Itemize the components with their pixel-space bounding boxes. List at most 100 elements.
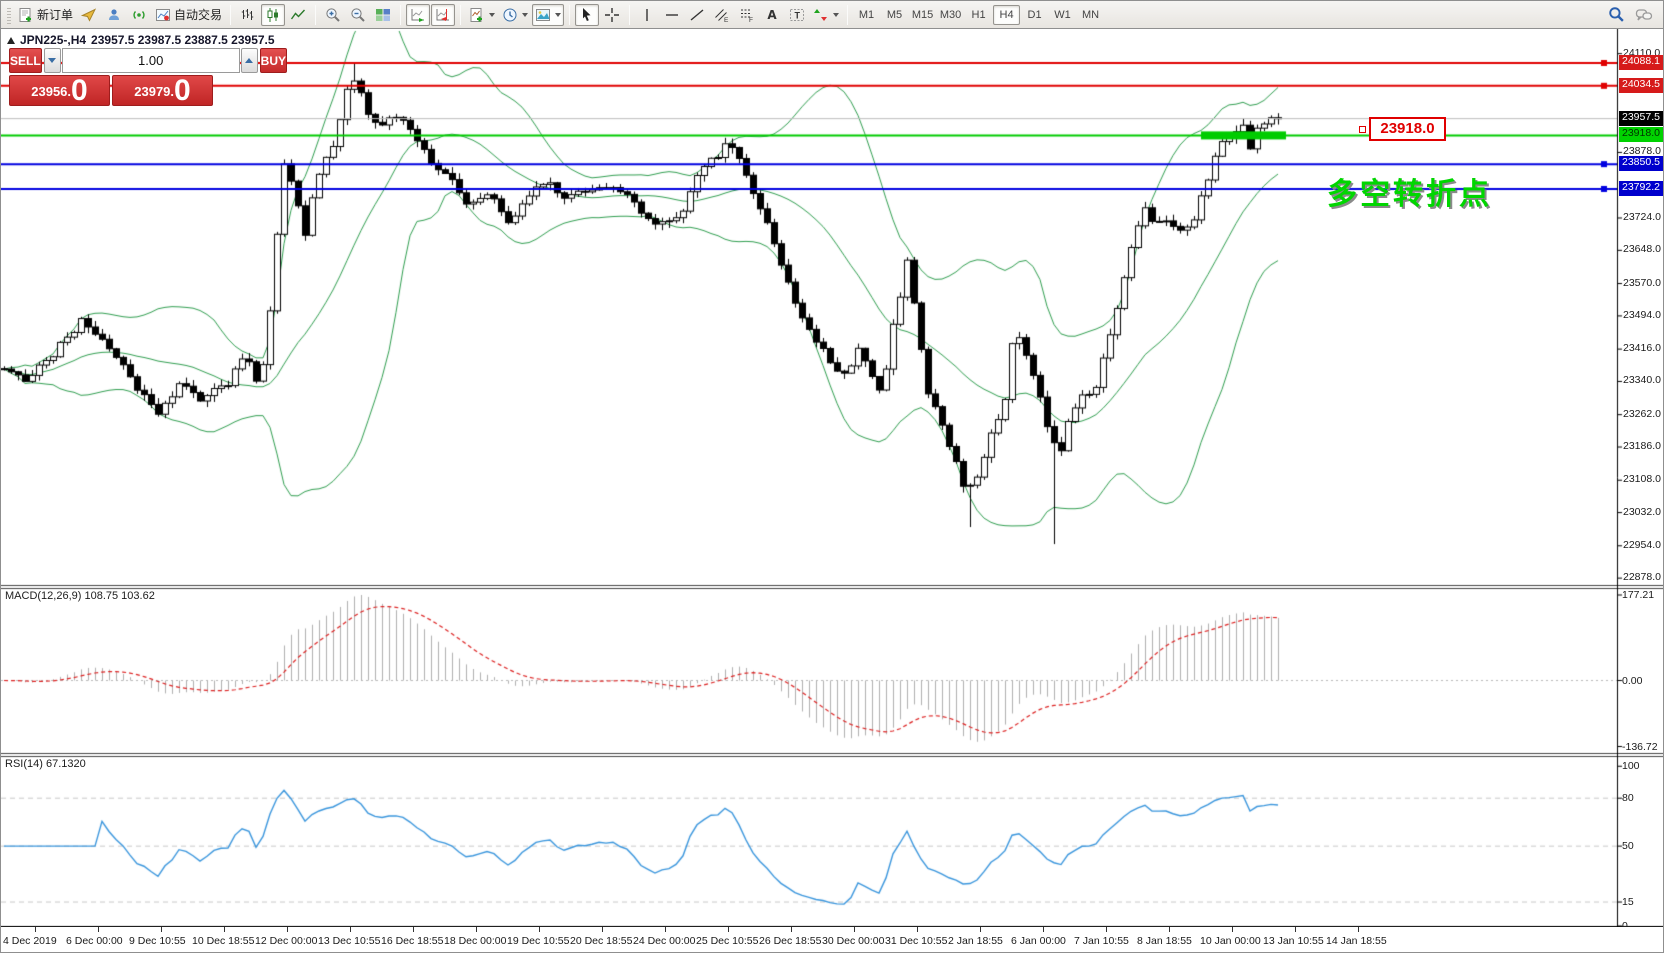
chat-button[interactable] [1632,4,1656,26]
price-tag-label[interactable]: 23918.0 [1369,117,1446,141]
date-label: 9 Dec 10:55 [129,935,186,947]
date-tick [539,927,540,932]
timeframe-m30[interactable]: M30 [937,5,964,25]
macd-label: MACD(12,26,9) 108.75 103.62 [5,590,155,602]
trendline-button[interactable] [685,4,709,26]
search-button[interactable] [1604,4,1628,26]
indicators-caret-icon [489,13,495,17]
sell-price-display[interactable]: 23956.0 [9,75,110,106]
date-label: 19 Dec 10:55 [507,935,569,947]
equidistant-channel-button[interactable]: E [710,4,734,26]
sell-button[interactable]: SELL [9,48,42,73]
down-arrow-icon [48,58,56,63]
paper-plane-button[interactable] [77,4,101,26]
buy-price-display[interactable]: 23979.0 [112,75,213,106]
mt4-window: 新订单 自动交易 [0,0,1664,953]
crosshair-icon [604,7,620,23]
bars-chart-button[interactable] [236,4,260,26]
cursor-button[interactable] [575,4,599,26]
label-icon: T [789,7,805,23]
date-label: 26 Dec 18:55 [759,935,821,947]
text-label-button[interactable]: T [785,4,809,26]
candles-chart-icon [265,7,281,23]
date-tick [287,927,288,932]
timeframe-m5[interactable]: M5 [881,5,908,25]
chart-symbol-period: JPN225-,H4 [20,33,86,47]
periods-caret-icon [522,13,528,17]
turning-point-annotation[interactable]: 多空转折点 [1327,169,1492,213]
arrows-button[interactable] [810,4,842,26]
volume-decrease-button[interactable] [44,48,61,73]
fibonacci-icon: F [739,7,755,23]
zoom-out-icon [350,7,366,23]
signals-button[interactable] [127,4,151,26]
date-tick [1043,927,1044,932]
text-button[interactable]: A [760,4,784,26]
date-tick [1295,927,1296,932]
toolbar-drag-handle[interactable] [7,6,11,24]
crosshair-button[interactable] [600,4,624,26]
date-tick [350,927,351,932]
channel-icon: E [714,7,730,23]
community-button[interactable] [102,4,126,26]
clock-icon [502,7,518,23]
text-icon: A [767,8,776,22]
timeframe-m1[interactable]: M1 [853,5,880,25]
date-tick [35,927,36,932]
vertical-line-icon [639,7,655,23]
timeframe-d1[interactable]: D1 [1021,5,1048,25]
chart-shift-button[interactable] [431,4,455,26]
line-chart-icon [290,7,306,23]
templates-caret-icon [555,13,561,17]
indicators-icon [469,7,485,23]
date-label: 12 Dec 00:00 [255,935,317,947]
buy-button[interactable]: BUY [260,48,287,73]
up-arrow-icon [245,58,253,63]
chat-icon [1635,7,1653,23]
date-tick [980,927,981,932]
volume-increase-button[interactable] [241,48,258,73]
timeframe-h4[interactable]: H4 [993,5,1020,25]
periods-button[interactable] [499,4,531,26]
candles-chart-button[interactable] [261,4,285,26]
timeframe-w1[interactable]: W1 [1049,5,1076,25]
trendline-icon [689,7,705,23]
collapse-icon[interactable] [7,37,15,44]
broadcast-icon [131,7,147,23]
new-order-button[interactable]: 新订单 [15,4,76,26]
timeframe-m15[interactable]: M15 [909,5,936,25]
date-label: 10 Jan 00:00 [1200,935,1261,947]
tile-windows-button[interactable] [371,4,395,26]
indicators-button[interactable] [466,4,498,26]
timeframe-mn[interactable]: MN [1077,5,1104,25]
date-tick [413,927,414,932]
chart-canvas[interactable] [1,29,1664,927]
date-tick [476,927,477,932]
date-label: 31 Dec 10:55 [885,935,947,947]
autotrading-label: 自动交易 [174,6,222,23]
fibonacci-button[interactable]: F [735,4,759,26]
date-tick [917,927,918,932]
zoom-in-button[interactable] [321,4,345,26]
autotrading-icon [155,7,171,23]
date-label: 18 Dec 00:00 [444,935,506,947]
date-tick [1169,927,1170,932]
auto-scroll-button[interactable] [406,4,430,26]
zoom-out-button[interactable] [346,4,370,26]
svg-text:E: E [724,17,729,23]
line-chart-button[interactable] [286,4,310,26]
date-tick [728,927,729,932]
volume-input[interactable] [62,48,240,73]
date-label: 13 Jan 10:55 [1263,935,1324,947]
horizontal-line-button[interactable] [660,4,684,26]
date-label: 13 Dec 10:55 [318,935,380,947]
timeframe-h1[interactable]: H1 [965,5,992,25]
bars-chart-icon [240,7,256,23]
date-label: 14 Jan 18:55 [1326,935,1387,947]
autotrading-button[interactable]: 自动交易 [152,4,225,26]
one-click-trading-panel: SELL BUY 23956.0 23979.0 [9,48,213,106]
search-icon [1608,6,1625,23]
auto-scroll-icon [410,7,426,23]
vertical-line-button[interactable] [635,4,659,26]
templates-button[interactable] [532,4,564,26]
